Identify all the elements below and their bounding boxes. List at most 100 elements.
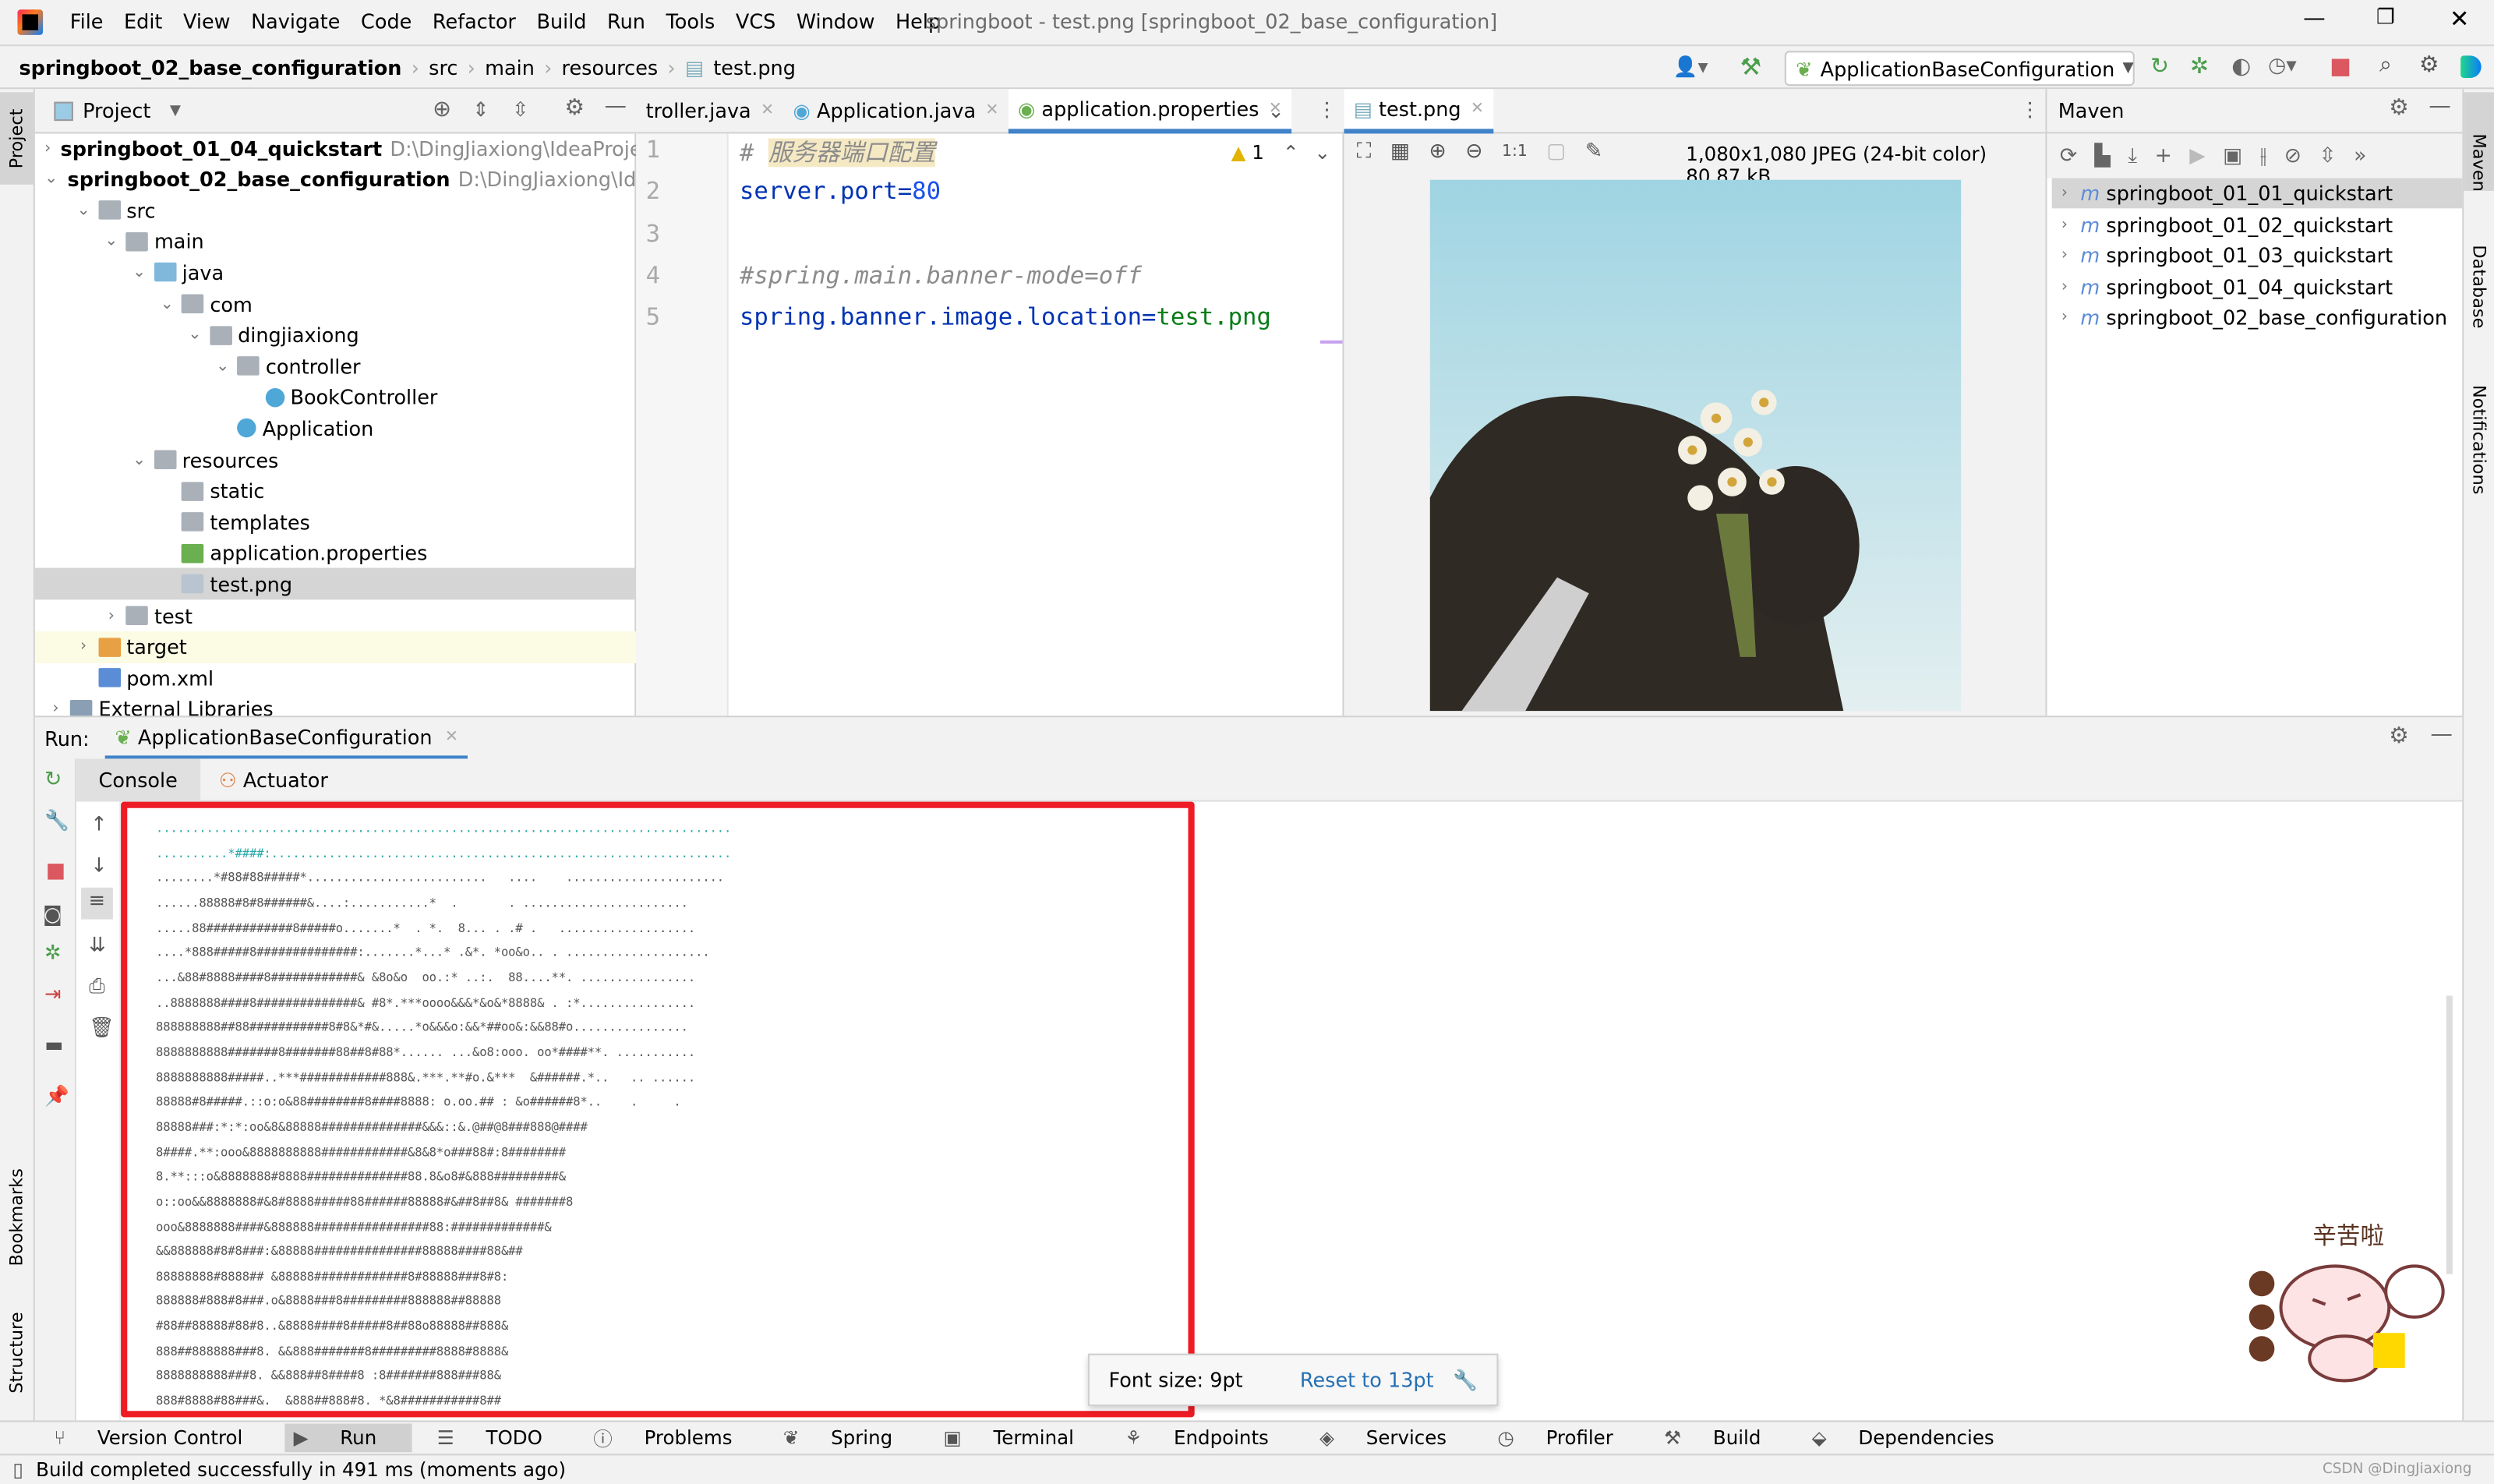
scroll-to-end-icon[interactable]: ⇊ [89, 932, 105, 956]
build-hammer-icon[interactable]: ⚒ [1740, 52, 1761, 81]
menu-code[interactable]: Code [361, 9, 412, 34]
download-icon[interactable]: ⤓ [2128, 144, 2137, 168]
more-options-icon[interactable]: ⋮ [1317, 97, 1337, 121]
tool-spring[interactable]: ❦ Spring [783, 1427, 918, 1450]
tree-item[interactable]: pom.xml [35, 662, 636, 694]
reload-icon[interactable]: ⟳ [2060, 144, 2077, 168]
close-tab-icon[interactable]: ✕ [445, 728, 458, 745]
maven-project[interactable]: › m springboot_01_04_quickstart [2052, 272, 2463, 302]
more-icon[interactable]: » [2354, 144, 2366, 168]
settings-gear-icon[interactable]: ⚙ [564, 95, 585, 121]
tree-item[interactable]: test.png [34, 568, 637, 601]
fit-zoom-icon[interactable]: ⛶ [1357, 140, 1372, 164]
restore-button[interactable]: ❐ [2376, 6, 2395, 30]
run-config-selector[interactable]: ❦ ApplicationBaseConfiguration ▼ [1784, 51, 2135, 87]
debug-icon[interactable]: ✲ [44, 940, 61, 964]
tree-item[interactable]: templates [35, 506, 636, 538]
tree-item[interactable]: ⌄ java [35, 256, 636, 288]
maven-project[interactable]: › m springboot_01_02_quickstart [2052, 210, 2463, 240]
print-icon[interactable]: ⎙ [89, 973, 104, 999]
chevron-right-icon[interactable]: › [2061, 309, 2068, 327]
grid-icon[interactable]: ▦ [1390, 140, 1410, 164]
chevron-down-icon[interactable]: ⌄ [72, 202, 95, 219]
close-tab-icon[interactable]: ✕ [761, 102, 774, 119]
expand-all-icon[interactable]: ⇕ [472, 97, 489, 121]
editor-tab[interactable]: troller.java ✕ [636, 88, 783, 132]
debug-icon[interactable]: ✲ [2190, 54, 2209, 80]
structure-stripe-button[interactable]: Structure [6, 1312, 27, 1393]
tree-item[interactable]: ⌄ springboot_02_base_configuration D:\Ding… [35, 163, 636, 195]
hide-panel-icon[interactable]: — [2430, 723, 2453, 748]
tree-item[interactable]: ⌄ src [35, 194, 636, 226]
chevron-right-icon[interactable]: › [44, 140, 51, 157]
tree-item[interactable]: Application [35, 412, 636, 444]
maven-project[interactable]: › m springboot_02_base_configuration [2052, 303, 2463, 334]
chevron-down-icon[interactable]: ⌄ [128, 264, 150, 281]
tree-item[interactable]: ⌄ main [35, 225, 636, 257]
tree-item[interactable]: ⌄ resources [35, 443, 636, 475]
menu-refactor[interactable]: Refactor [433, 9, 516, 34]
user-icon[interactable]: 👤▾ [1673, 54, 1708, 80]
tree-item[interactable]: BookController [35, 381, 636, 413]
pin-icon[interactable]: 📌 [44, 1083, 69, 1109]
chevron-down-icon[interactable]: ⌄ [44, 171, 58, 188]
menu-build[interactable]: Build [536, 9, 586, 34]
database-stripe-button[interactable]: Database [2468, 245, 2489, 328]
chevron-right-icon[interactable]: › [72, 638, 95, 655]
project-view-selector[interactable]: Project [83, 99, 150, 123]
up-arrow-icon[interactable]: ↑ [90, 811, 107, 836]
collapse-icon[interactable]: ⇳ [2319, 144, 2336, 168]
tool-run[interactable]: ▶ Run [284, 1423, 412, 1453]
bookmarks-stripe-button[interactable]: Bookmarks [6, 1168, 27, 1266]
tool-endpoints[interactable]: ⚘ Endpoints [1125, 1427, 1294, 1450]
locate-icon[interactable]: ⊕ [433, 97, 451, 122]
breadcrumb-item[interactable]: resources [562, 55, 659, 80]
tool-terminal[interactable]: ▣ Terminal [943, 1427, 1099, 1450]
generate-sources-icon[interactable]: ▙ [2095, 144, 2111, 168]
tool-services[interactable]: ◈ Services [1319, 1427, 1472, 1450]
menu-file[interactable]: File [70, 9, 104, 34]
rerun-icon[interactable]: ↻ [44, 768, 62, 793]
tool-dependencies[interactable]: ⬙ Dependencies [1812, 1427, 2020, 1450]
tree-item[interactable]: ⌄ com [35, 288, 636, 320]
code-line[interactable]: server.port=80 [740, 177, 941, 206]
tool-problems[interactable]: ⓘ Problems [593, 1425, 758, 1452]
breadcrumb-item[interactable]: main [485, 55, 535, 80]
code-line[interactable]: spring.banner.image.location=test.png [740, 302, 1271, 331]
chevron-down-icon[interactable]: ⌄ [128, 451, 150, 468]
run-icon[interactable]: ▶ [2189, 144, 2205, 168]
editor-tab[interactable]: ◉ application.properties ✕ [1008, 88, 1292, 133]
run-config-tab[interactable]: ❦ ApplicationBaseConfiguration ✕ [105, 717, 468, 759]
code-line[interactable]: # 服务器端口配置 [740, 135, 936, 168]
chevron-right-icon[interactable]: › [2061, 216, 2068, 233]
tool-version-control[interactable]: ⑂ Version Control [54, 1427, 268, 1450]
chevron-right-icon[interactable]: › [2061, 278, 2068, 295]
tool-todo[interactable]: ☰ TODO [437, 1427, 568, 1450]
search-icon[interactable]: ⌕ [2379, 52, 2392, 78]
actual-size-button[interactable]: 1:1 [1502, 143, 1528, 161]
close-tab-icon[interactable]: ✕ [1471, 101, 1484, 118]
tree-item[interactable]: › springboot_01_04_quickstart D:\DingJiaxi… [35, 132, 636, 164]
soft-wrap-icon[interactable]: ≡ [81, 887, 113, 920]
chevron-down-icon[interactable]: ⌄ [156, 295, 178, 313]
reset-font-link[interactable]: Reset to 13pt [1300, 1368, 1434, 1392]
hide-panel-icon[interactable]: — [2429, 94, 2451, 119]
toolbox-icon[interactable] [2460, 55, 2482, 78]
chevron-right-icon[interactable]: › [101, 607, 123, 624]
color-picker-icon[interactable]: ✎ [1585, 140, 1602, 164]
status-icon[interactable]: ▯ [12, 1458, 23, 1481]
zoom-in-icon[interactable]: ⊕ [1429, 140, 1446, 164]
skip-tests-icon[interactable]: ⊘ [2284, 144, 2301, 168]
menu-navigate[interactable]: Navigate [251, 9, 340, 34]
tree-item[interactable]: ⌄ controller [35, 350, 636, 382]
profile-icon[interactable]: ◷▾ [2268, 54, 2296, 78]
minimize-button[interactable]: — [2303, 6, 2326, 32]
settings-gear-icon[interactable]: ⚙ [2419, 52, 2439, 78]
menu-run[interactable]: Run [607, 9, 645, 34]
chevron-down-icon[interactable]: ▼ [170, 103, 181, 118]
inspection-widget[interactable]: ▲ 1 ⌃ ⌄ [1231, 142, 1331, 164]
camera-icon[interactable]: ◙ [43, 902, 62, 926]
maven-stripe-button[interactable]: Maven [2464, 92, 2494, 192]
coverage-icon[interactable]: ◐ [2231, 54, 2251, 80]
exit-icon[interactable]: ⇥ [44, 981, 61, 1005]
